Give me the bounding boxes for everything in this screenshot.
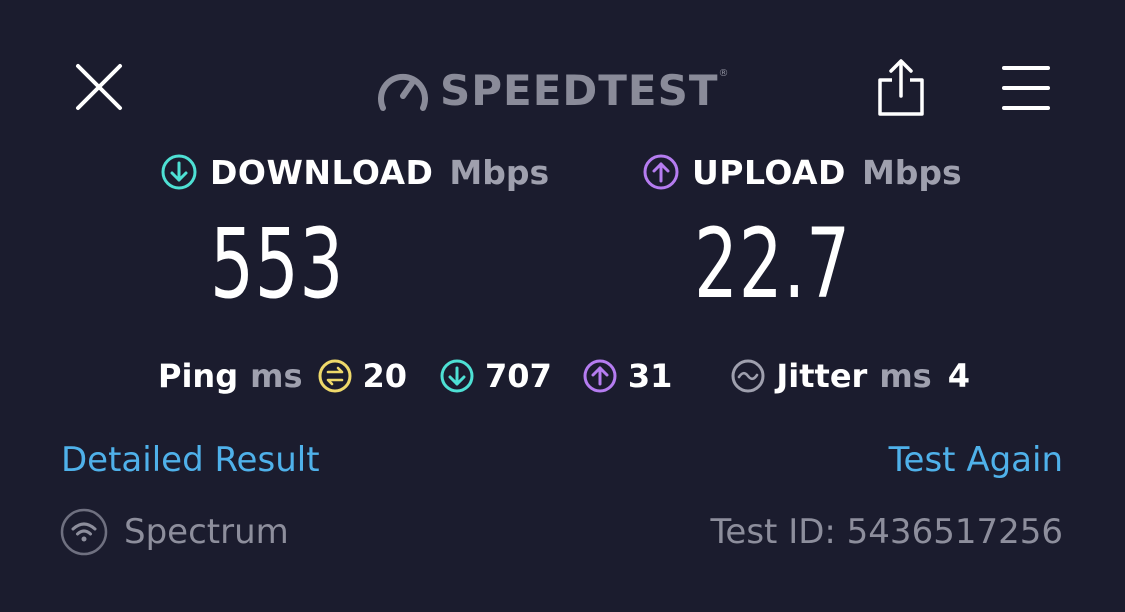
isp-info: Spectrum bbox=[60, 508, 289, 556]
ping-download-value: 707 bbox=[485, 357, 552, 395]
download-label: DOWNLOAD Mbps bbox=[160, 152, 549, 192]
speedtest-result-screen: SPEEDTEST ® DOWNLOAD Mbps UPLOAD Mbps 55… bbox=[0, 0, 1125, 612]
ping-row: Ping ms 20 707 31 Jitter ms 4 bbox=[158, 354, 970, 398]
upload-unit: Mbps bbox=[861, 152, 962, 192]
ping-unit: ms bbox=[250, 357, 303, 395]
upload-speed-value: 22.7 bbox=[694, 208, 851, 320]
jitter-value: 4 bbox=[947, 357, 970, 395]
logo-trademark: ® bbox=[718, 68, 729, 79]
jitter-wave-icon bbox=[731, 359, 765, 393]
jitter-unit: ms bbox=[879, 357, 932, 395]
speedometer-icon bbox=[378, 73, 428, 111]
upload-title: UPLOAD bbox=[692, 152, 846, 192]
test-again-link[interactable]: Test Again bbox=[889, 440, 1063, 480]
speedtest-logo: SPEEDTEST ® bbox=[376, 62, 729, 118]
share-button[interactable] bbox=[874, 56, 928, 120]
menu-button[interactable] bbox=[1000, 62, 1052, 114]
download-arrow-icon bbox=[161, 154, 197, 190]
idle-latency-icon bbox=[318, 359, 351, 393]
test-id: Test ID: 5436517256 bbox=[710, 512, 1063, 552]
download-latency-icon bbox=[440, 359, 474, 393]
share-icon bbox=[878, 59, 924, 116]
upload-label: UPLOAD Mbps bbox=[642, 152, 962, 192]
upload-arrow-icon bbox=[643, 154, 679, 190]
ping-upload-value: 31 bbox=[627, 357, 673, 395]
close-button[interactable] bbox=[70, 58, 128, 116]
ping-label: Ping bbox=[158, 357, 239, 395]
logo-text: SPEEDTEST bbox=[440, 65, 719, 115]
download-speed-value: 553 bbox=[210, 208, 345, 320]
download-title: DOWNLOAD bbox=[210, 152, 434, 192]
hamburger-menu-icon bbox=[1002, 66, 1050, 110]
detailed-result-link[interactable]: Detailed Result bbox=[61, 440, 320, 480]
ping-idle-value: 20 bbox=[362, 357, 408, 395]
isp-name: Spectrum bbox=[124, 512, 289, 552]
wifi-icon bbox=[60, 508, 108, 556]
jitter-label: Jitter bbox=[776, 357, 868, 395]
upload-latency-icon bbox=[583, 359, 617, 393]
download-unit: Mbps bbox=[449, 152, 550, 192]
close-icon bbox=[76, 64, 122, 110]
